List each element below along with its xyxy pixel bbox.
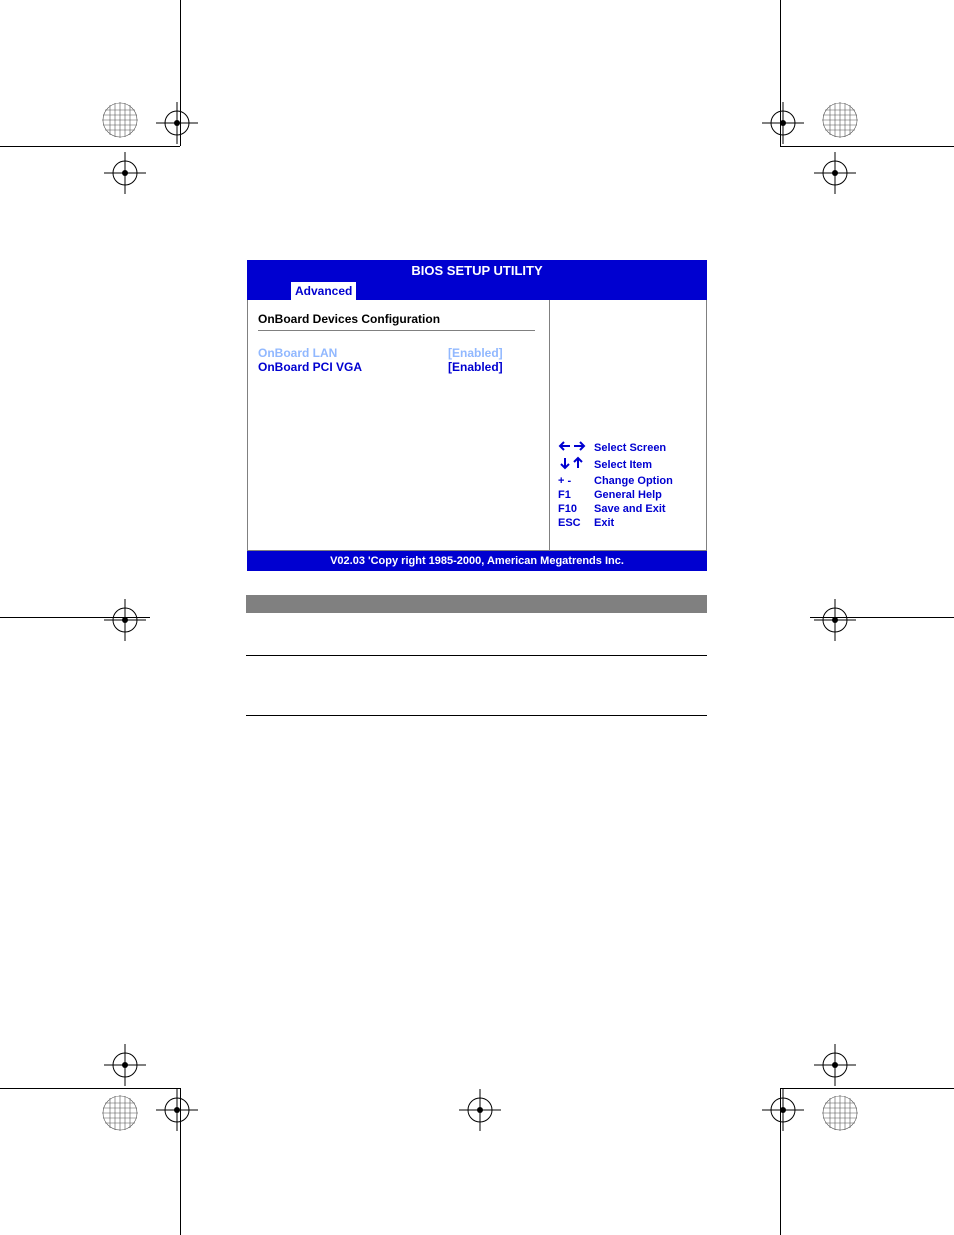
help-label: Select Screen <box>594 441 666 455</box>
registration-target-icon <box>100 595 150 645</box>
help-key: ESC <box>558 516 594 530</box>
help-key: F10 <box>558 502 594 516</box>
help-label: Select Item <box>594 458 652 472</box>
registration-target-icon <box>810 148 860 198</box>
help-row: ESCExit <box>558 516 698 530</box>
setting-row[interactable]: OnBoard LAN[Enabled] <box>258 346 535 360</box>
tab-advanced[interactable]: Advanced <box>291 282 356 300</box>
registration-target-icon <box>152 1085 202 1135</box>
registration-ball <box>820 100 860 140</box>
separator-line <box>246 715 707 716</box>
help-key: + - <box>558 474 594 488</box>
help-row: + -Change Option <box>558 474 698 488</box>
help-row: Select Screen <box>558 440 698 456</box>
setting-name: OnBoard LAN <box>258 346 448 360</box>
bios-window: BIOS SETUP UTILITY Advanced OnBoard Devi… <box>247 260 707 571</box>
registration-target-icon <box>758 1085 808 1135</box>
registration-target-icon <box>152 98 202 148</box>
help-label: Save and Exit <box>594 502 666 516</box>
help-label: Change Option <box>594 474 673 488</box>
description-bar <box>246 595 707 613</box>
bios-tab-bar: Advanced <box>247 281 707 300</box>
bios-settings-pane: OnBoard Devices Configuration OnBoard LA… <box>248 300 550 550</box>
help-key: F1 <box>558 488 594 502</box>
section-title: OnBoard Devices Configuration <box>258 312 535 326</box>
setting-row[interactable]: OnBoard PCI VGA[Enabled] <box>258 360 535 374</box>
bios-footer: V02.03 'Copy right 1985-2000, American M… <box>247 551 707 571</box>
up-down-arrows-icon <box>558 456 588 470</box>
help-label: Exit <box>594 516 614 530</box>
help-row: Select Item <box>558 456 698 474</box>
help-row: F10Save and Exit <box>558 502 698 516</box>
help-row: F1General Help <box>558 488 698 502</box>
registration-target-icon <box>810 1040 860 1090</box>
registration-target-icon <box>758 98 808 148</box>
setting-value: [Enabled] <box>448 346 503 360</box>
bios-title: BIOS SETUP UTILITY <box>247 260 707 281</box>
registration-ball <box>100 100 140 140</box>
bios-help-pane: Select ScreenSelect Item+ -Change Option… <box>550 300 706 550</box>
registration-target-icon <box>455 1085 505 1135</box>
registration-ball <box>820 1093 860 1133</box>
registration-target-icon <box>100 148 150 198</box>
help-key <box>558 440 594 456</box>
separator-line <box>246 655 707 656</box>
registration-target-icon <box>100 1040 150 1090</box>
setting-name: OnBoard PCI VGA <box>258 360 448 374</box>
help-label: General Help <box>594 488 662 502</box>
registration-target-icon <box>810 595 860 645</box>
registration-ball <box>100 1093 140 1133</box>
setting-value: [Enabled] <box>448 360 503 374</box>
help-key <box>558 456 594 474</box>
left-right-arrows-icon <box>558 440 588 452</box>
